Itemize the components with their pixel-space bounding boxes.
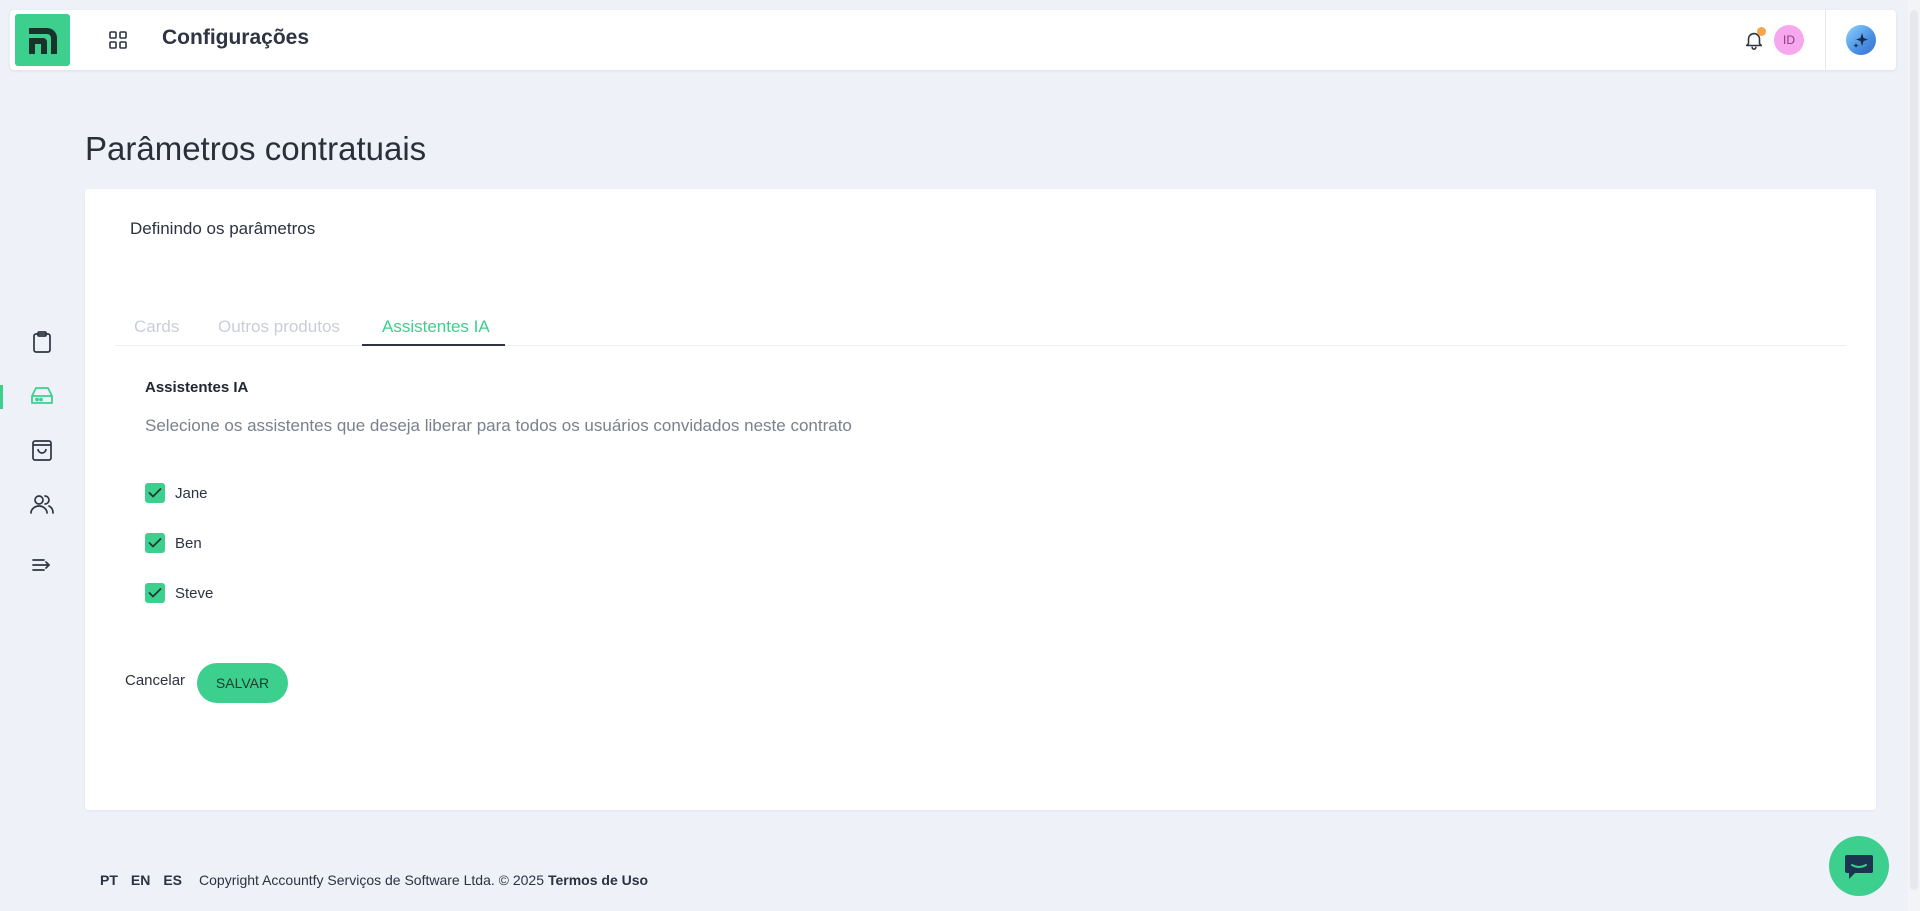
sidebar-active-indicator: [0, 385, 3, 409]
ai-assistant-button[interactable]: [1846, 25, 1876, 55]
checkbox-steve[interactable]: [145, 583, 165, 603]
sidebar-item-users[interactable]: [24, 486, 60, 522]
users-icon: [30, 495, 54, 514]
logo-icon: [28, 28, 57, 54]
tab-cards[interactable]: Cards: [134, 315, 179, 346]
page-scrollbar[interactable]: [1908, 0, 1920, 911]
checkbox-label: Steve: [175, 584, 214, 602]
grid-icon: [109, 31, 127, 49]
language-en[interactable]: EN: [131, 872, 150, 888]
checkmark-icon: [148, 488, 162, 498]
checkbox-jane[interactable]: [145, 483, 165, 503]
chat-icon: [1845, 855, 1873, 879]
drive-icon: [31, 387, 53, 404]
clipboard-icon: [33, 331, 51, 353]
terms-link[interactable]: Termos de Uso: [548, 872, 648, 888]
sparkle-icon: [1853, 33, 1868, 48]
cancel-button[interactable]: Cancelar: [125, 672, 185, 689]
apps-grid-button[interactable]: [106, 28, 130, 52]
user-avatar[interactable]: ID: [1774, 25, 1804, 55]
top-bar: Configurações ID: [10, 10, 1896, 70]
notifications-button[interactable]: [1740, 26, 1768, 54]
sidebar-item-expand-menu[interactable]: [24, 547, 60, 583]
sidebar-item-shopping-bag[interactable]: [24, 432, 60, 468]
tab-outros-produtos[interactable]: Outros produtos: [218, 315, 340, 346]
page-section-title: Configurações: [162, 26, 310, 49]
copyright-text: Copyright Accountfy Serviços de Software…: [199, 872, 544, 888]
checkmark-icon: [148, 588, 162, 598]
checkmark-icon: [148, 538, 162, 548]
assistant-option-steve[interactable]: Steve: [145, 582, 213, 604]
sidebar-item-clipboard[interactable]: [24, 324, 60, 360]
sidebar-item-drive[interactable]: [24, 378, 60, 414]
chat-support-button[interactable]: [1829, 836, 1889, 896]
assistant-option-ben[interactable]: Ben: [145, 532, 202, 554]
language-es[interactable]: ES: [163, 872, 182, 888]
shopping-bag-icon: [32, 440, 52, 461]
header-divider: [1825, 10, 1826, 70]
parameters-card: Definindo os parâmetros Cards Outros pro…: [85, 189, 1876, 810]
checkbox-label: Ben: [175, 534, 202, 552]
tab-assistentes-ia[interactable]: Assistentes IA: [362, 315, 505, 346]
tab-bar: Cards Outros produtos Assistentes IA: [115, 315, 1846, 346]
app-logo[interactable]: [15, 14, 70, 66]
save-button[interactable]: SALVAR: [197, 663, 288, 703]
checkbox-label: Jane: [175, 484, 208, 502]
scrollbar-thumb[interactable]: [1910, 10, 1918, 890]
section-description: Selecione os assistentes que deseja libe…: [145, 416, 852, 435]
language-pt[interactable]: PT: [100, 872, 118, 888]
checkbox-ben[interactable]: [145, 533, 165, 553]
footer: PT EN ES Copyright Accountfy Serviços de…: [100, 872, 648, 888]
notification-dot: [1757, 27, 1766, 36]
assistant-option-jane[interactable]: Jane: [145, 482, 208, 504]
expand-menu-icon: [32, 559, 51, 571]
page-title: Parâmetros contratuais: [85, 130, 427, 167]
section-title: Assistentes IA: [145, 379, 249, 396]
card-subtitle: Definindo os parâmetros: [130, 219, 316, 238]
